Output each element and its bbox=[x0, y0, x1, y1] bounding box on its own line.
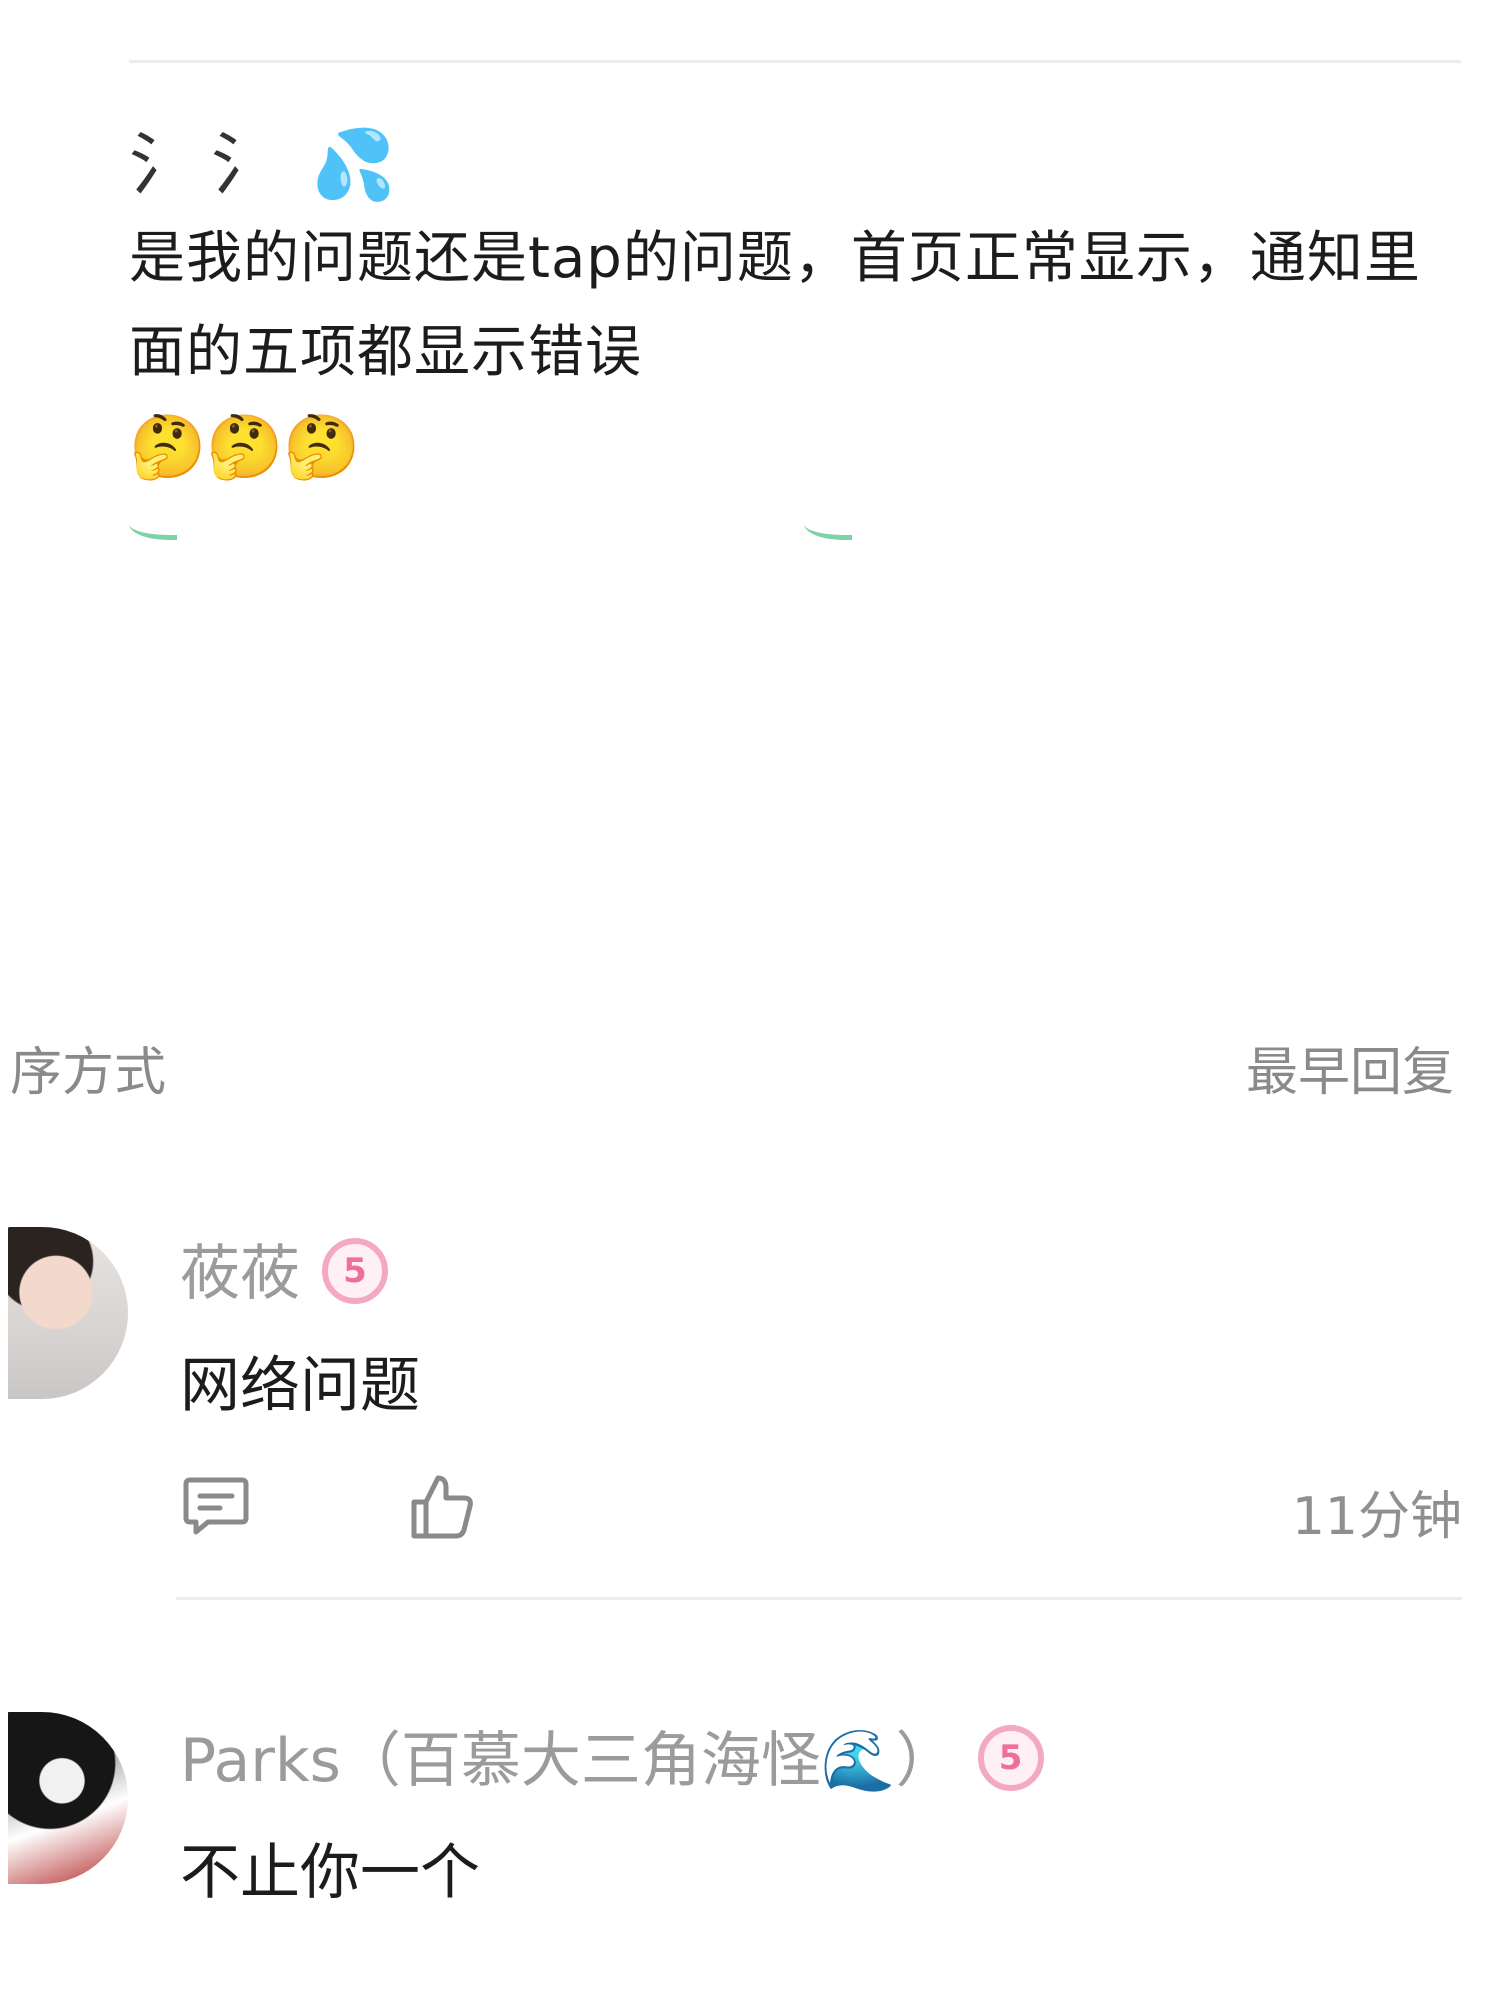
drip-glyph: 氵氵 bbox=[129, 126, 294, 205]
comment-time: 11分钟 bbox=[1291, 1487, 1462, 1547]
comment-text: 网络问题 bbox=[180, 1351, 420, 1421]
comment-username[interactable]: Parks（百慕大三角海怪🌊） bbox=[180, 1726, 956, 1796]
comment-username[interactable]: 莜莜 bbox=[180, 1239, 300, 1309]
like-icon[interactable] bbox=[406, 1470, 486, 1550]
comment-divider bbox=[176, 1597, 1462, 1600]
comment-text: 不止你一个 bbox=[180, 1838, 480, 1908]
comment-actions: 11分钟 bbox=[180, 1470, 1462, 1550]
comment-item: Parks（百慕大三角海怪🌊） 5 不止你一个 bbox=[0, 1712, 1500, 1972]
post-emoji-line: 氵氵 💦 bbox=[129, 120, 1429, 212]
sweat-emoji-icon: 💦 bbox=[311, 126, 396, 205]
thinking-emoji-icons: 🤔🤔🤔 bbox=[129, 410, 361, 483]
image-loading-edge bbox=[129, 524, 177, 540]
post-body: 氵氵 💦 是我的问题还是tap的问题，首页正常显示，通知里面的五项都显示错误 🤔🤔… bbox=[129, 120, 1429, 494]
post-image-right[interactable] bbox=[804, 524, 864, 542]
level-badge-icon: 5 bbox=[977, 1725, 1044, 1792]
comment-username-row: 莜莜 5 bbox=[180, 1225, 388, 1312]
level-badge-icon: 5 bbox=[322, 1238, 388, 1305]
sort-bar: 序方式 最早回复 bbox=[0, 1030, 1500, 1103]
sort-label: 序方式 bbox=[10, 1043, 167, 1103]
sort-order-button[interactable]: 最早回复 bbox=[1246, 1030, 1454, 1105]
avatar[interactable] bbox=[8, 1227, 128, 1399]
avatar[interactable] bbox=[8, 1712, 128, 1884]
reply-icon[interactable] bbox=[180, 1470, 260, 1550]
post-text: 是我的问题还是tap的问题，首页正常显示，通知里面的五项都显示错误 bbox=[129, 226, 1421, 385]
post-detail-page: 氵氵 💦 是我的问题还是tap的问题，首页正常显示，通知里面的五项都显示错误 🤔🤔… bbox=[0, 0, 1500, 1999]
comment-item: 莜莜 5 网络问题 11分钟 bbox=[0, 1225, 1500, 1555]
image-loading-edge bbox=[804, 524, 852, 540]
top-divider bbox=[129, 60, 1461, 63]
comment-username-row: Parks（百慕大三角海怪🌊） 5 bbox=[180, 1712, 1044, 1799]
post-image-left[interactable] bbox=[129, 524, 189, 542]
